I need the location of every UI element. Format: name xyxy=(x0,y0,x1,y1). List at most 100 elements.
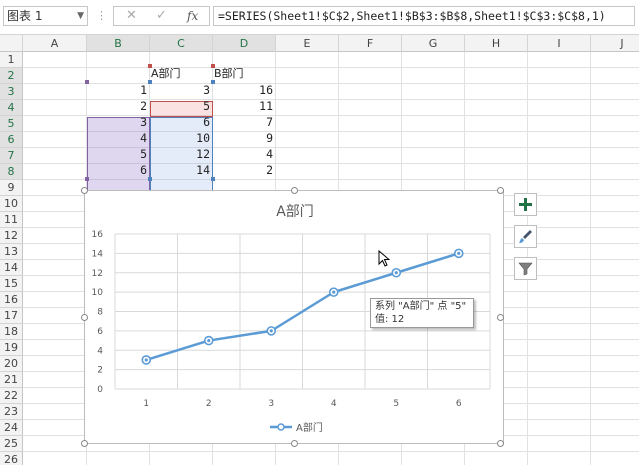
cell-b4[interactable]: 2 xyxy=(87,98,150,114)
row-header-20[interactable]: 20 xyxy=(0,356,23,372)
formula-input[interactable]: =SERIES(Sheet1!$C$2,Sheet1!$B$3:$B$8,She… xyxy=(213,6,635,26)
legend-label: A部门 xyxy=(296,421,323,434)
y-tick-label: 10 xyxy=(92,288,104,298)
range-handle[interactable] xyxy=(211,80,215,84)
chart-resize-handle[interactable] xyxy=(497,187,504,194)
range-handle[interactable] xyxy=(148,80,152,84)
chart-styles-button[interactable] xyxy=(514,225,537,248)
row-header-14[interactable]: 14 xyxy=(0,260,23,276)
row-header-15[interactable]: 15 xyxy=(0,276,23,292)
chevron-down-icon[interactable]: ▼ xyxy=(77,7,84,25)
cell-b5[interactable]: 3 xyxy=(87,114,150,130)
column-header-a[interactable]: A xyxy=(23,35,87,52)
check-icon[interactable]: ✓ xyxy=(156,8,167,23)
grid-row-line xyxy=(23,451,639,452)
name-box[interactable]: 图表 1 ▼ xyxy=(3,6,88,26)
formula-controls: ✕ ✓ fx xyxy=(113,6,210,26)
cell-b7[interactable]: 5 xyxy=(87,146,150,162)
cell-d2[interactable]: B部门 xyxy=(213,66,276,82)
cell-d5[interactable]: 7 xyxy=(213,114,276,130)
cell-c5[interactable]: 6 xyxy=(150,114,213,130)
range-handle[interactable] xyxy=(211,177,215,181)
row-header-7[interactable]: 7 xyxy=(0,148,23,164)
range-handle[interactable] xyxy=(148,177,152,181)
row-header-4[interactable]: 4 xyxy=(0,100,23,116)
column-header-j[interactable]: J xyxy=(591,35,639,52)
column-header-c[interactable]: C xyxy=(150,35,213,52)
row-header-3[interactable]: 3 xyxy=(0,84,23,100)
cell-d6[interactable]: 9 xyxy=(213,130,276,146)
chart-resize-handle[interactable] xyxy=(497,314,504,321)
range-handle[interactable] xyxy=(85,177,89,181)
cell-d4[interactable]: 11 xyxy=(213,98,276,114)
data-point-marker-center xyxy=(394,271,398,275)
column-header-g[interactable]: G xyxy=(402,35,465,52)
row-header-23[interactable]: 23 xyxy=(0,404,23,420)
cell-c4[interactable]: 5 xyxy=(150,98,213,114)
row-header-25[interactable]: 25 xyxy=(0,436,23,452)
cell-d7[interactable]: 4 xyxy=(213,146,276,162)
cell-d3[interactable]: 16 xyxy=(213,82,276,98)
row-header-11[interactable]: 11 xyxy=(0,212,23,228)
cancel-icon[interactable]: ✕ xyxy=(126,8,137,23)
row-header-5[interactable]: 5 xyxy=(0,116,23,132)
chart-resize-handle[interactable] xyxy=(291,187,298,194)
row-header-13[interactable]: 13 xyxy=(0,244,23,260)
cell-c8[interactable]: 14 xyxy=(150,162,213,178)
grid-row-line xyxy=(23,67,639,68)
x-tick-label: 3 xyxy=(268,399,274,409)
column-header-b[interactable]: B xyxy=(87,35,150,52)
cell-b6[interactable]: 4 xyxy=(87,130,150,146)
cell-d8[interactable]: 2 xyxy=(213,162,276,178)
row-header-22[interactable]: 22 xyxy=(0,388,23,404)
tooltip-value: 值: 12 xyxy=(375,314,405,325)
select-all-corner[interactable] xyxy=(0,35,23,52)
chart-resize-handle[interactable] xyxy=(81,440,88,447)
range-handle[interactable] xyxy=(85,80,89,84)
chart-resize-handle[interactable] xyxy=(497,440,504,447)
cell-b8[interactable]: 6 xyxy=(87,162,150,178)
row-header-26[interactable]: 26 xyxy=(0,452,23,465)
cell-c3[interactable]: 3 xyxy=(150,82,213,98)
cell-c6[interactable]: 10 xyxy=(150,130,213,146)
y-tick-label: 4 xyxy=(97,346,103,356)
row-header-18[interactable]: 18 xyxy=(0,324,23,340)
cell-c7[interactable]: 12 xyxy=(150,146,213,162)
row-header-10[interactable]: 10 xyxy=(0,196,23,212)
chart-filters-button[interactable] xyxy=(514,257,537,280)
y-tick-label: 2 xyxy=(97,366,103,376)
formula-bar-area: 图表 1 ▼ ⋮ ✕ ✓ fx =SERIES(Sheet1!$C$2,Shee… xyxy=(0,0,639,35)
row-header-24[interactable]: 24 xyxy=(0,420,23,436)
y-tick-label: 12 xyxy=(92,269,103,279)
column-header-h[interactable]: H xyxy=(465,35,528,52)
cell-b3[interactable]: 1 xyxy=(87,82,150,98)
column-header-e[interactable]: E xyxy=(276,35,339,52)
chart-resize-handle[interactable] xyxy=(81,187,88,194)
range-handle[interactable] xyxy=(148,64,152,68)
row-header-2[interactable]: 2 xyxy=(0,68,23,84)
row-header-12[interactable]: 12 xyxy=(0,228,23,244)
row-header-9[interactable]: 9 xyxy=(0,180,23,196)
data-point-marker-center xyxy=(332,290,336,294)
plus-icon xyxy=(519,198,532,211)
column-header-d[interactable]: D xyxy=(213,35,276,52)
chart-resize-handle[interactable] xyxy=(81,314,88,321)
row-header-8[interactable]: 8 xyxy=(0,164,23,180)
column-header-i[interactable]: I xyxy=(528,35,591,52)
row-header-21[interactable]: 21 xyxy=(0,372,23,388)
chart-elements-button[interactable] xyxy=(514,193,537,216)
data-point-marker-center xyxy=(207,338,211,343)
y-tick-label: 8 xyxy=(97,308,103,318)
x-tick-label: 1 xyxy=(143,399,149,409)
row-header-17[interactable]: 17 xyxy=(0,308,23,324)
row-header-6[interactable]: 6 xyxy=(0,132,23,148)
column-header-f[interactable]: F xyxy=(339,35,402,52)
row-header-16[interactable]: 16 xyxy=(0,292,23,308)
fx-icon[interactable]: fx xyxy=(187,9,198,23)
range-handle[interactable] xyxy=(211,64,215,68)
row-header-19[interactable]: 19 xyxy=(0,340,23,356)
row-header-1[interactable]: 1 xyxy=(0,52,23,68)
chart-resize-handle[interactable] xyxy=(291,440,298,447)
cell-c2[interactable]: A部门 xyxy=(150,66,213,82)
more-icon[interactable]: ⋮ xyxy=(96,9,107,23)
